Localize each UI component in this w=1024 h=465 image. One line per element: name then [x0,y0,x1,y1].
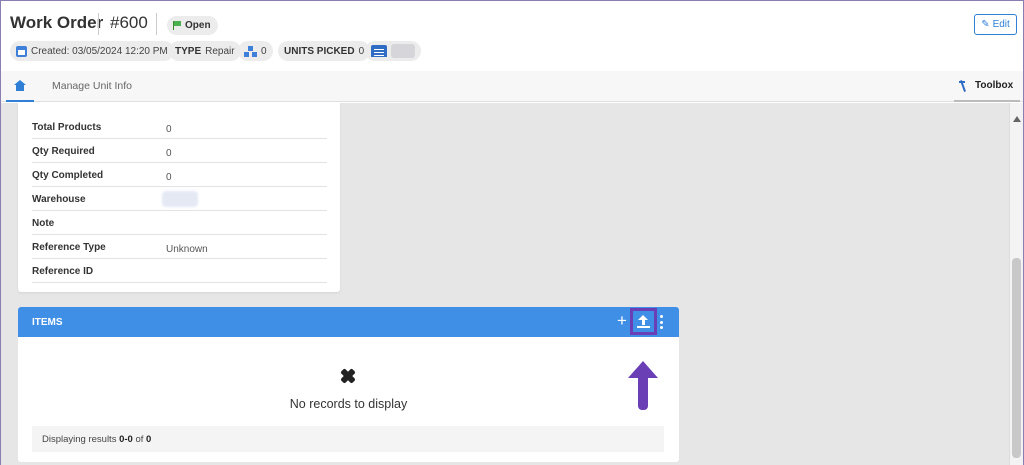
warehouse-chip [365,41,421,61]
status-label: Open [185,20,211,31]
redacted-value [162,191,198,207]
tab-manage-unit-info[interactable]: Manage Unit Info [52,80,132,92]
details-card: Total Products 0 Qty Required 0 Qty Comp… [18,103,340,292]
detail-label: Note [32,218,55,229]
units-picked-value: 0 [358,45,365,57]
cubes-icon [244,45,257,57]
tab-bar: Manage Unit Info Toolbox [1,71,1023,102]
items-header: ITEMS + [18,307,679,337]
created-chip: Created: 03/05/2024 12:20 PM [10,41,174,61]
upload-icon [637,315,650,328]
detail-row-note: Note [32,211,327,235]
more-options-button[interactable] [658,315,664,329]
calendar-icon [16,45,27,57]
pencil-icon: ✎ [981,19,990,30]
tools-icon [959,80,968,92]
tab-home[interactable] [6,71,34,102]
products-count: 0 [261,45,267,57]
toolbox-button[interactable]: Toolbox [954,71,1020,102]
divider [98,13,99,35]
detail-value: Unknown [166,244,208,255]
home-icon [14,80,26,91]
footer-range: 0-0 [119,434,133,445]
detail-label: Reference ID [32,266,94,277]
items-panel: ITEMS + No records to display Displaying… [18,307,679,462]
detail-label: Qty Required [32,146,95,157]
created-text: Created: 03/05/2024 12:20 PM [31,45,168,57]
page-header: Work Order #600 Open ✎ Edit Created: 03/… [1,1,1023,71]
detail-value: 0 [166,124,172,135]
items-title: ITEMS [32,317,63,328]
detail-row-reference-type: Reference Type Unknown [32,235,327,259]
detail-label: Total Products [32,122,102,133]
detail-row-qty-completed: Qty Completed 0 [32,163,327,187]
vertical-scrollbar[interactable] [1009,103,1023,465]
flag-icon [173,21,181,30]
type-value: Repair [205,45,235,57]
detail-row-reference-id: Reference ID [32,259,327,283]
no-records-icon [337,365,359,387]
footer-of: of [132,434,147,445]
toolbox-label: Toolbox [975,80,1014,91]
edit-label: Edit [992,19,1010,30]
add-item-button[interactable]: + [615,312,629,329]
detail-row-qty-required: Qty Required 0 [32,139,327,163]
scroll-up-icon[interactable] [1013,116,1021,122]
scroll-thumb[interactable] [1012,258,1021,458]
detail-label: Qty Completed [32,170,104,181]
detail-label: Warehouse [32,194,86,205]
status-badge: Open [167,16,218,35]
footer-total: 0 [146,434,152,445]
units-picked-chip: UNITS PICKED 0 [278,41,371,61]
detail-row-total-products: Total Products 0 [32,115,327,139]
type-chip: TYPE Repair [169,41,241,61]
units-picked-label: UNITS PICKED [284,45,355,57]
products-chip: 0 [238,41,273,61]
order-number: #600 [110,13,148,32]
type-label: TYPE [175,45,202,57]
detail-row-warehouse: Warehouse [32,187,327,211]
detail-value: 0 [166,148,172,159]
empty-message: No records to display [289,397,408,411]
divider [156,13,157,35]
footer-prefix: Displaying results [42,434,120,445]
main-content[interactable]: Total Products 0 Qty Required 0 Qty Comp… [1,103,1009,465]
warehouse-icon [371,45,387,57]
detail-value: 0 [166,172,172,183]
annotation-arrow-icon [628,361,658,411]
redacted-value [391,44,415,58]
edit-button[interactable]: ✎ Edit [974,14,1017,35]
results-footer: Displaying results 0-0 of 0 [32,426,664,452]
upload-button[interactable] [630,308,657,335]
page-title: Work Order [10,13,104,32]
detail-label: Reference Type [32,242,106,253]
